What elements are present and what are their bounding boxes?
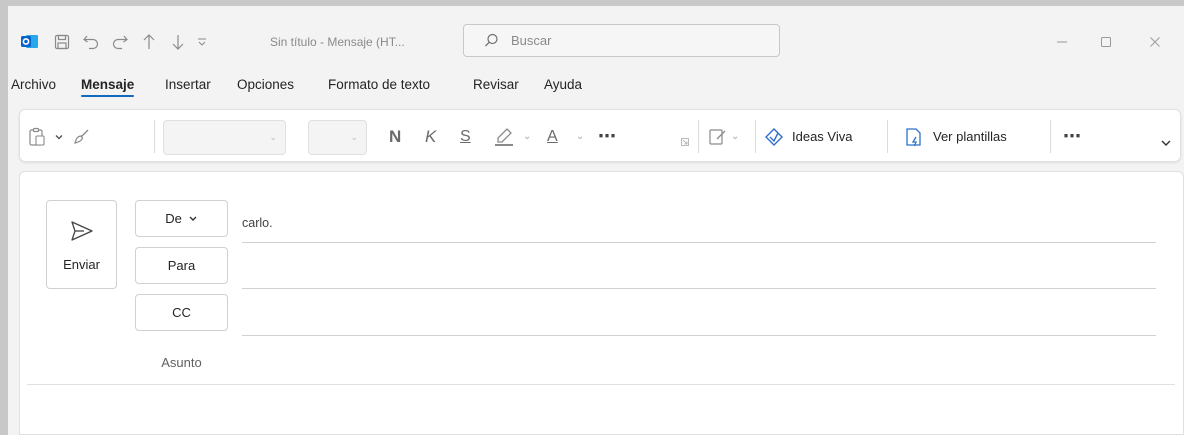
clipboard-icon (29, 127, 45, 146)
compose-pane: Enviar De carlo. Para CC Asunto (19, 171, 1184, 435)
to-button[interactable]: Para (135, 247, 228, 284)
from-button[interactable]: De (135, 200, 228, 237)
chevron-down-icon (189, 216, 197, 221)
tab-insertar[interactable]: Insertar (165, 77, 211, 92)
italic-button[interactable]: K (425, 110, 436, 163)
highlighter-icon (495, 127, 513, 146)
from-label: De (165, 211, 182, 226)
previous-item-icon[interactable] (139, 32, 159, 52)
save-icon[interactable] (52, 32, 72, 52)
chevron-down-icon: ⌄ (350, 132, 358, 142)
chevron-down-icon (1161, 140, 1171, 146)
tab-archivo[interactable]: Archivo (11, 77, 56, 92)
window-title: Sin título - Mensaje (HT... (270, 35, 405, 49)
ribbon-separator (887, 120, 888, 153)
undo-icon[interactable] (81, 32, 101, 52)
font-family-select[interactable]: ⌄ (163, 120, 286, 155)
close-icon (1150, 37, 1160, 47)
styles-button[interactable] (708, 110, 728, 163)
font-color-dropdown[interactable]: ⌄ (576, 110, 584, 163)
customize-toolbar-icon[interactable] (195, 32, 209, 52)
tab-opciones[interactable]: Opciones (237, 77, 294, 92)
ribbon-separator (698, 120, 699, 153)
next-item-icon[interactable] (168, 32, 188, 52)
underline-button[interactable]: S (460, 110, 471, 163)
to-field[interactable] (242, 288, 1156, 289)
send-icon (71, 221, 93, 241)
send-label: Enviar (63, 257, 100, 272)
tab-revisar[interactable]: Revisar (473, 77, 519, 92)
font-color-button[interactable]: A (547, 110, 558, 163)
maximize-icon (1101, 37, 1111, 47)
format-painter-icon (74, 129, 89, 144)
viva-insights-icon (765, 127, 783, 146)
minimize-icon (1057, 41, 1067, 43)
tab-formato-de-texto[interactable]: Formato de texto (328, 77, 430, 92)
font-dialog-launcher[interactable] (681, 132, 689, 152)
highlight-button[interactable] (493, 110, 515, 163)
ver-plantillas-label: Ver plantillas (933, 129, 1007, 144)
title-bar: Sin título - Mensaje (HT... Buscar (8, 6, 1184, 74)
ideas-viva-button[interactable]: Ideas Viva (764, 110, 852, 163)
subject-label: Asunto (161, 355, 202, 370)
styles-icon (709, 128, 726, 145)
dialog-launcher-icon (681, 138, 689, 146)
paste-dropdown[interactable] (54, 110, 64, 163)
chevron-down-icon: ⌄ (269, 132, 277, 142)
ribbon-separator (755, 120, 756, 153)
styles-dropdown[interactable]: ⌄ (731, 110, 739, 163)
expand-ribbon-button[interactable] (1160, 116, 1172, 169)
chevron-down-icon (55, 134, 63, 139)
tab-ayuda[interactable]: Ayuda (544, 77, 582, 92)
ver-plantillas-button[interactable]: Ver plantillas (905, 110, 1007, 163)
format-painter-button[interactable] (72, 110, 92, 163)
search-placeholder: Buscar (511, 33, 552, 48)
ribbon-separator (154, 120, 155, 153)
more-commands-button[interactable]: ⋯ (1063, 110, 1081, 163)
subject-field[interactable] (27, 384, 1175, 385)
cc-field[interactable] (242, 335, 1156, 336)
ribbon-tabs: Archivo Mensaje Insertar Opciones Format… (8, 74, 1184, 104)
ribbon-separator (1050, 120, 1051, 153)
cc-button[interactable]: CC (135, 294, 228, 331)
search-box[interactable]: Buscar (463, 24, 780, 57)
close-button[interactable] (1144, 31, 1166, 53)
outlook-app-icon (21, 35, 38, 48)
tab-mensaje[interactable]: Mensaje (81, 77, 135, 97)
bold-button[interactable]: N (389, 110, 401, 163)
paste-button[interactable] (28, 110, 46, 163)
ribbon-toolbar: ⌄ ⌄ N K S ⌄ A ⌄ ⋯ ⌄ Ideas Viva Ver plant… (19, 109, 1181, 162)
from-value: carlo. (242, 216, 273, 230)
minimize-button[interactable] (1051, 31, 1073, 53)
highlight-dropdown[interactable]: ⌄ (523, 110, 531, 163)
maximize-button[interactable] (1095, 31, 1117, 53)
more-font-options-button[interactable]: ⋯ (598, 110, 616, 163)
templates-icon (906, 127, 921, 146)
search-icon (485, 33, 498, 47)
redo-icon[interactable] (110, 32, 130, 52)
font-size-select[interactable]: ⌄ (308, 120, 367, 155)
from-line (242, 242, 1156, 243)
to-label: Para (167, 258, 196, 273)
ideas-viva-label: Ideas Viva (792, 129, 853, 144)
cc-label: CC (172, 305, 191, 320)
outlook-compose-window: Sin título - Mensaje (HT... Buscar Archi… (8, 6, 1184, 435)
send-button[interactable]: Enviar (46, 200, 117, 289)
